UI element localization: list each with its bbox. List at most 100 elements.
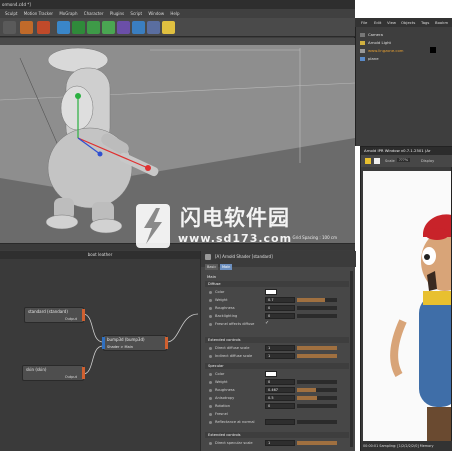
value-slider[interactable] [297, 404, 337, 408]
value-slider[interactable] [297, 396, 337, 400]
value-slider[interactable] [297, 314, 337, 318]
menu-plugins[interactable]: Plugins [110, 9, 124, 18]
attribute-row[interactable]: Weight 0 [209, 379, 349, 386]
menu-script[interactable]: Script [130, 9, 142, 18]
obj-menu-bookmarks[interactable]: Bookm [435, 20, 448, 25]
diffuse-extended-header[interactable]: Extended controls [205, 337, 349, 343]
value-field[interactable]: 0 [265, 403, 295, 409]
floor-icon[interactable] [132, 21, 145, 34]
value-field[interactable]: 0.5 [265, 395, 295, 401]
value-slider[interactable] [297, 298, 337, 302]
value-field[interactable]: 0 [265, 305, 295, 311]
specular-section-header[interactable]: Specular [205, 363, 349, 369]
keyframe-dot-icon[interactable] [209, 413, 212, 416]
keyframe-dot-icon[interactable] [209, 355, 212, 358]
obj-menu-file[interactable]: File [361, 20, 367, 25]
attribute-row[interactable]: Weight 0.7 [209, 297, 349, 304]
obj-menu-tags[interactable]: Tags [421, 20, 429, 25]
menu-character[interactable]: Character [84, 9, 104, 18]
keyframe-dot-icon[interactable] [209, 291, 212, 294]
menu-help[interactable]: Help [170, 9, 179, 18]
attribute-row[interactable]: Reflectance at normal [209, 419, 349, 426]
keyframe-dot-icon[interactable] [209, 323, 212, 326]
render-view-icon[interactable] [20, 21, 33, 34]
value-slider[interactable] [297, 346, 337, 350]
stop-icon[interactable] [374, 158, 380, 164]
render-settings-icon[interactable] [37, 21, 50, 34]
keyframe-dot-icon[interactable] [209, 421, 212, 424]
specular-extended-header[interactable]: Extended controls [205, 432, 349, 438]
value-slider[interactable] [297, 354, 337, 358]
obj-menu-edit[interactable]: Edit [374, 20, 381, 25]
value-field[interactable]: 1 [265, 345, 295, 351]
menu-window[interactable]: Window [148, 9, 164, 18]
render-region-icon[interactable] [3, 21, 16, 34]
node-editor[interactable]: boot leather standard (standard) Output … [0, 251, 200, 451]
menu-mograph[interactable]: MoGraph [59, 9, 77, 18]
attribute-scrollbar[interactable] [350, 271, 353, 447]
checkbox[interactable] [265, 411, 270, 416]
attribute-row[interactable]: Direct specular scale 1 [209, 440, 349, 447]
attribute-row[interactable]: Anisotropy 0.5 [209, 395, 349, 402]
tab-basic[interactable]: Basic [205, 264, 219, 270]
keyframe-dot-icon[interactable] [209, 389, 212, 392]
keyframe-dot-icon[interactable] [209, 373, 212, 376]
keyframe-dot-icon[interactable] [209, 315, 212, 318]
object-item-arnold-light[interactable]: Arnold Light [360, 40, 425, 46]
keyframe-dot-icon[interactable] [209, 442, 212, 445]
keyframe-dot-icon[interactable] [209, 347, 212, 350]
deformer-icon[interactable] [117, 21, 130, 34]
value-field[interactable]: 0 [265, 313, 295, 319]
cloner-icon[interactable] [102, 21, 115, 34]
value-field[interactable]: 0.467 [265, 387, 295, 393]
bump3d-node[interactable]: bump3d (bump3d) Shader > Main [102, 335, 168, 351]
keyframe-dot-icon[interactable] [209, 397, 212, 400]
material-tag-icon[interactable] [430, 47, 436, 53]
attribute-row[interactable]: Color [209, 371, 349, 378]
attribute-row[interactable]: Indirect diffuse scale 1 [209, 353, 349, 360]
color-swatch[interactable] [265, 371, 277, 377]
attribute-row[interactable]: Rotation 0 [209, 403, 349, 410]
value-slider[interactable] [297, 388, 337, 392]
skin-node[interactable]: skin (skin) Output [22, 365, 85, 381]
attribute-row[interactable]: Direct diffuse scale 1 [209, 345, 349, 352]
output-port[interactable] [82, 309, 85, 321]
obj-menu-view[interactable]: View [387, 20, 396, 25]
attribute-row[interactable]: Roughness 0.467 [209, 387, 349, 394]
cube-icon[interactable] [57, 21, 70, 34]
value-field[interactable] [265, 419, 295, 425]
spline-pen-icon[interactable] [72, 21, 85, 34]
obj-menu-objects[interactable]: Objects [401, 20, 415, 25]
attribute-row[interactable]: Backlighting 0 [209, 313, 349, 320]
keyframe-dot-icon[interactable] [209, 299, 212, 302]
render-canvas[interactable] [363, 171, 451, 441]
color-swatch[interactable] [265, 289, 277, 295]
tab-main[interactable]: Main [220, 264, 233, 270]
value-field[interactable]: 0 [265, 379, 295, 385]
menu-sculpt[interactable]: Sculpt [5, 9, 18, 18]
value-field[interactable]: 1 [265, 440, 295, 446]
output-port[interactable] [82, 367, 85, 379]
value-slider[interactable] [297, 380, 337, 384]
attribute-row[interactable]: Color [209, 289, 349, 296]
object-item-plane[interactable]: plane [360, 56, 425, 62]
keyframe-dot-icon[interactable] [209, 405, 212, 408]
object-item-lingzone[interactable]: www.lingzone.com [360, 48, 425, 54]
diffuse-section-header[interactable]: Diffuse [205, 281, 349, 287]
value-field[interactable]: 1 [265, 353, 295, 359]
keyframe-dot-icon[interactable] [209, 381, 212, 384]
play-icon[interactable] [365, 158, 371, 164]
checkbox[interactable]: ✓ [265, 321, 270, 326]
keyframe-dot-icon[interactable] [209, 307, 212, 310]
standard-node[interactable]: standard (standard) Output [24, 307, 85, 323]
menu-motion-tracker[interactable]: Motion Tracker [24, 9, 53, 18]
camera-icon[interactable] [147, 21, 160, 34]
subdivision-icon[interactable] [87, 21, 100, 34]
value-slider[interactable] [297, 420, 337, 424]
input-port[interactable] [102, 337, 105, 349]
object-item-camera[interactable]: Camera [360, 32, 425, 38]
value-field[interactable]: 0.7 [265, 297, 295, 303]
output-port[interactable] [165, 337, 168, 349]
scale-value[interactable]: ???% [397, 158, 411, 162]
light-icon[interactable] [162, 21, 175, 34]
